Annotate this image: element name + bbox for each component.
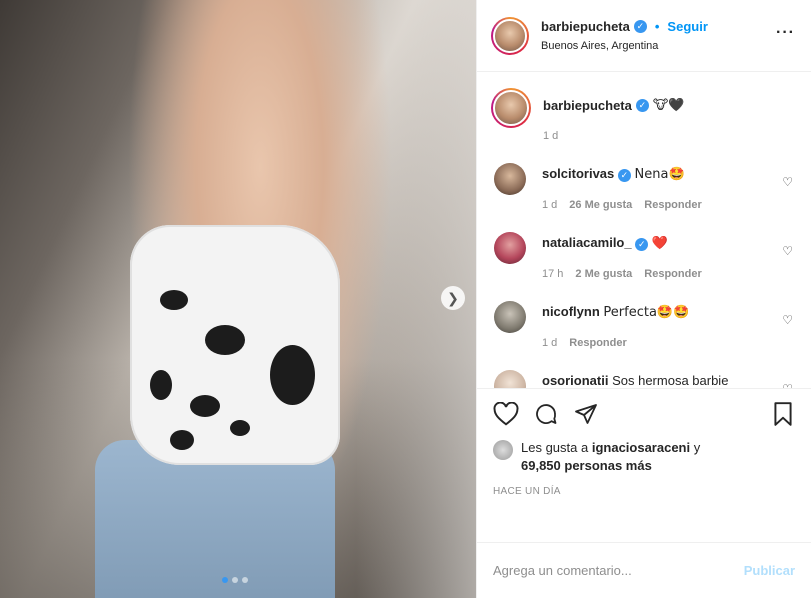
comment-text: ❤️ [651,236,669,251]
post-side-panel: barbiepucheta ✓ • Seguir Buenos Aires, A… [476,0,811,598]
commenter-avatar[interactable] [494,301,526,333]
comment-item: nataliacamilo_ ✓ ❤️ 17 h 2 Me gusta Resp… [491,232,797,280]
author-username[interactable]: barbiepucheta [541,19,630,34]
verified-badge-icon: ✓ [617,169,631,182]
comment-age[interactable]: 1 d [542,337,557,349]
comment-text: Perfecta🤩🤩 [603,305,690,320]
comment-username[interactable]: nicoflynn [542,304,600,319]
verified-badge-icon: ✓ [635,99,649,112]
caption-avatar[interactable] [491,88,531,128]
comment-username[interactable]: solcitorivas [542,166,614,181]
likes-conj: y [693,440,701,455]
comment-text: Sos hermosa barbie [612,373,729,388]
comment-item: osorionatii Sos hermosa barbie ❤️❤️ ♡ [491,370,797,388]
cow-spot [160,290,188,310]
caption-text: 🐮🖤 [652,98,685,113]
commenter-avatar[interactable] [494,232,526,264]
comment-item: nicoflynn Perfecta🤩🤩 1 d Responder ♡ [491,301,797,349]
post-date[interactable]: HACE UN DÍA [493,486,795,497]
cow-spot [150,370,172,400]
comment-text: Nena🤩 [634,167,685,182]
liker-avatar[interactable] [493,440,513,460]
verified-badge-icon: ✓ [635,238,649,251]
comment-bubble-icon[interactable] [533,402,559,426]
publish-button[interactable]: Publicar [744,563,795,578]
commenter-avatar[interactable] [494,163,526,195]
caption-age[interactable]: 1 d [543,130,684,142]
comment-age[interactable]: 17 h [542,268,563,280]
cow-spot [205,325,245,355]
verified-badge-icon: ✓ [633,20,647,33]
follow-button[interactable]: Seguir [667,19,707,34]
likes-summary: Les gusta a ignaciosaraceni y 69,850 per… [493,439,795,475]
comment-username[interactable]: osorionatii [542,373,608,388]
carousel-dot [232,577,238,583]
more-options-icon[interactable]: ··· [776,24,795,42]
comments-list[interactable]: barbiepucheta ✓ 🐮🖤 1 d solcitorivas ✓ Ne… [477,72,811,388]
post-location[interactable]: Buenos Aires, Argentina [541,40,708,52]
carousel-dot [242,577,248,583]
caption-username[interactable]: barbiepucheta [543,98,632,113]
likes-count[interactable]: 69,850 personas más [521,458,652,473]
cow-spot [190,395,220,417]
cow-spot [170,430,194,450]
reply-button[interactable]: Responder [569,337,626,349]
comment-likes[interactable]: 2 Me gusta [575,268,632,280]
comment-item: solcitorivas ✓ Nena🤩 1 d 26 Me gusta Res… [491,163,797,211]
add-comment-input[interactable] [493,563,744,578]
like-comment-heart-icon[interactable]: ♡ [782,382,793,388]
reply-button[interactable]: Responder [644,268,701,280]
cow-spot [270,345,315,405]
add-comment-bar: Publicar [477,542,811,598]
post-caption: barbiepucheta ✓ 🐮🖤 1 d [491,88,797,142]
commenter-avatar[interactable] [494,370,526,388]
cow-spot [230,420,250,436]
save-bookmark-icon[interactable] [771,401,795,427]
post-photo: ❯ [0,0,476,598]
post-actions: Les gusta a ignaciosaraceni y 69,850 per… [477,388,811,542]
carousel-dots [222,577,248,583]
comment-age[interactable]: 1 d [542,199,557,211]
liker-username[interactable]: ignaciosaraceni [592,440,690,455]
likes-prefix: Les gusta a [521,440,589,455]
carousel-next-button[interactable]: ❯ [441,286,465,310]
carousel-dot [222,577,228,583]
like-comment-heart-icon[interactable]: ♡ [782,313,793,327]
reply-button[interactable]: Responder [644,199,701,211]
share-send-icon[interactable] [573,402,599,426]
like-comment-heart-icon[interactable]: ♡ [782,244,793,258]
author-avatar[interactable] [491,16,529,55]
like-comment-heart-icon[interactable]: ♡ [782,175,793,189]
comment-likes[interactable]: 26 Me gusta [569,199,632,211]
post-modal: ❯ barbiepucheta ✓ • Seguir Buenos Aires,… [0,0,811,598]
comment-username[interactable]: nataliacamilo_ [542,235,632,250]
post-header: barbiepucheta ✓ • Seguir Buenos Aires, A… [477,0,811,72]
chevron-right-icon: ❯ [447,289,459,306]
like-heart-icon[interactable] [493,402,519,426]
